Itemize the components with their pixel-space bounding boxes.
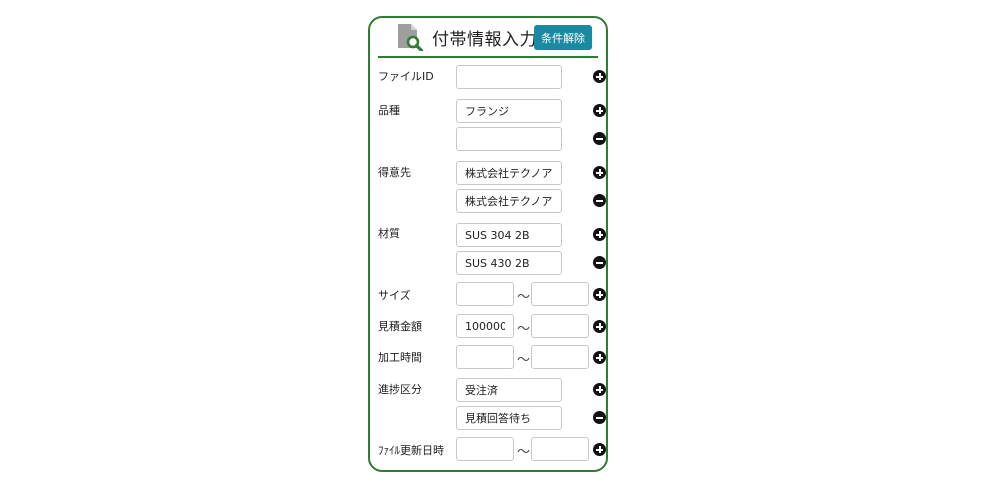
size-label: サイズ [378, 289, 411, 302]
processing-time-label: 加工時間 [378, 351, 422, 364]
product-type-input-2[interactable] [456, 127, 562, 151]
add-file-id-icon[interactable] [593, 70, 606, 83]
processing-time-from-input[interactable] [456, 345, 514, 369]
size-range-separator: ～ [517, 290, 531, 305]
size-to-input[interactable] [531, 282, 589, 306]
remove-progress-status-icon[interactable] [593, 411, 606, 424]
file-updated-label: ﾌｧｲﾙ更新日時 [378, 444, 444, 457]
product-type-input-1[interactable] [456, 99, 562, 123]
processing-time-to-input[interactable] [531, 345, 589, 369]
estimate-amount-range-separator: ～ [517, 322, 531, 337]
material-label: 材質 [378, 227, 400, 240]
add-file-updated-icon[interactable] [593, 443, 606, 456]
file-updated-range-separator: ～ [517, 445, 531, 460]
add-processing-time-icon[interactable] [593, 351, 606, 364]
product-type-label: 品種 [378, 104, 400, 117]
file-updated-from-input[interactable] [456, 437, 514, 461]
remove-material-icon[interactable] [593, 256, 606, 269]
material-input-1[interactable] [456, 223, 562, 247]
estimate-amount-label: 見積金額 [378, 320, 422, 333]
progress-status-label: 進捗区分 [378, 383, 422, 396]
add-customer-icon[interactable] [593, 166, 606, 179]
document-search-icon [398, 24, 424, 51]
customer-input-1[interactable] [456, 161, 562, 185]
add-estimate-amount-icon[interactable] [593, 320, 606, 333]
panel-title: 付帯情報入力 [432, 30, 537, 50]
clear-conditions-button[interactable]: 条件解除 [534, 25, 592, 50]
file-id-input[interactable] [456, 65, 562, 89]
processing-time-range-separator: ～ [517, 353, 531, 368]
estimate-amount-to-input[interactable] [531, 314, 589, 338]
header-divider [378, 56, 598, 58]
add-size-icon[interactable] [593, 288, 606, 301]
customer-input-2[interactable] [456, 189, 562, 213]
size-from-input[interactable] [456, 282, 514, 306]
file-id-label: ファイルID [378, 70, 434, 83]
customer-label: 得意先 [378, 166, 411, 179]
remove-customer-icon[interactable] [593, 194, 606, 207]
progress-status-input-2[interactable] [456, 406, 562, 430]
material-input-2[interactable] [456, 251, 562, 275]
add-progress-status-icon[interactable] [593, 383, 606, 396]
file-updated-to-input[interactable] [531, 437, 589, 461]
progress-status-input-1[interactable] [456, 378, 562, 402]
add-product-type-icon[interactable] [593, 104, 606, 117]
remove-product-type-icon[interactable] [593, 132, 606, 145]
attached-info-panel: 付帯情報入力 条件解除 ファイルID 品種 得意先 材質 サイズ ～ 見積金額 … [368, 16, 608, 472]
estimate-amount-from-input[interactable] [456, 314, 514, 338]
panel-header: 付帯情報入力 条件解除 [370, 18, 606, 58]
add-material-icon[interactable] [593, 228, 606, 241]
